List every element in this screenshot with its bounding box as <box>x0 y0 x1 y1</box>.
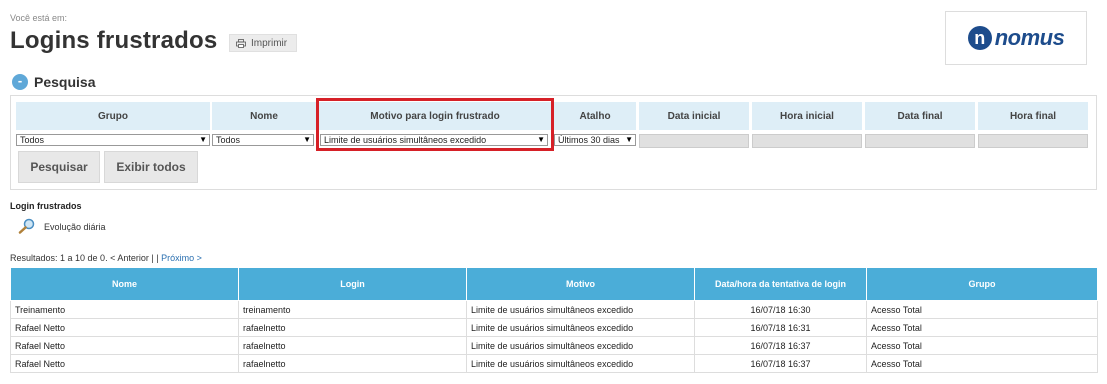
table-row[interactable]: Treinamento treinamento Limite de usuári… <box>10 300 1098 319</box>
results-summary: Resultados: 1 a 10 de 0. <box>10 253 108 263</box>
column-header-data-hora[interactable]: Data/hora da tentativa de login <box>694 267 867 301</box>
collapse-toggle-icon[interactable]: - <box>12 74 28 90</box>
column-header-motivo[interactable]: Motivo <box>466 267 695 301</box>
results-pagination: Resultados: 1 a 10 de 0. < Anterior | | … <box>10 253 202 263</box>
data-inicial-input[interactable] <box>639 134 749 148</box>
motivo-select-value: Limite de usuários simultâneos excedido <box>324 135 487 145</box>
filter-header-grupo: Grupo <box>16 102 210 130</box>
filter-header-data-inicial: Data inicial <box>639 102 749 130</box>
logo-mark-icon: n <box>967 26 992 50</box>
table-row[interactable]: Rafael Netto rafaelnetto Limite de usuár… <box>10 336 1098 355</box>
cell-motivo: Limite de usuários simultâneos excedido <box>466 354 695 373</box>
data-final-input[interactable] <box>865 134 975 148</box>
hora-final-input[interactable] <box>978 134 1088 148</box>
cell-grupo: Acesso Total <box>866 336 1098 355</box>
grupo-select-value: Todos <box>20 135 45 145</box>
atalho-select-value: Últimos 30 dias <box>558 135 620 145</box>
filter-panel: Grupo Nome Motivo para login frustrado A… <box>10 95 1097 190</box>
cell-data-hora: 16/07/18 16:30 <box>694 300 867 319</box>
cell-nome: Rafael Netto <box>10 354 239 373</box>
cell-data-hora: 16/07/18 16:31 <box>694 318 867 337</box>
cell-nome: Rafael Netto <box>10 318 239 337</box>
chevron-down-icon: ▼ <box>625 135 633 144</box>
daily-evolution-link[interactable]: Evolução diária <box>18 218 106 236</box>
table-row[interactable]: Rafael Netto rafaelnetto Limite de usuár… <box>10 318 1098 337</box>
nome-select-value: Todos <box>216 135 241 145</box>
column-header-nome[interactable]: Nome <box>10 267 239 301</box>
chevron-down-icon: ▼ <box>537 135 545 144</box>
table-header-row: Nome Login Motivo Data/hora da tentativa… <box>10 267 1098 301</box>
printer-icon <box>236 38 246 48</box>
atalho-select[interactable]: Últimos 30 dias ▼ <box>554 134 636 146</box>
cell-login: treinamento <box>238 300 467 319</box>
cell-login: rafaelnetto <box>238 336 467 355</box>
chevron-down-icon: ▼ <box>303 135 311 144</box>
filter-header-nome: Nome <box>212 102 316 130</box>
filter-header-hora-inicial: Hora inicial <box>752 102 862 130</box>
daily-evolution-label: Evolução diária <box>44 222 106 232</box>
cell-grupo: Acesso Total <box>866 318 1098 337</box>
hora-inicial-input[interactable] <box>752 134 862 148</box>
filter-header-motivo: Motivo para login frustrado <box>318 102 552 130</box>
results-section-label: Login frustrados <box>10 201 82 211</box>
table-row[interactable]: Rafael Netto rafaelnetto Limite de usuár… <box>10 354 1098 373</box>
filter-header-hora-final: Hora final <box>978 102 1088 130</box>
company-logo: n nomus <box>945 11 1087 65</box>
cell-nome: Rafael Netto <box>10 336 239 355</box>
search-section-title: Pesquisa <box>34 74 96 90</box>
cell-login: rafaelnetto <box>238 354 467 373</box>
previous-page-link[interactable]: < Anterior <box>110 253 149 263</box>
print-button[interactable]: Imprimir <box>229 34 297 52</box>
breadcrumb: Você está em: <box>10 13 68 23</box>
search-button[interactable]: Pesquisar <box>18 151 100 183</box>
column-header-login[interactable]: Login <box>238 267 467 301</box>
logo-text: nomus <box>994 25 1065 50</box>
cell-motivo: Limite de usuários simultâneos excedido <box>466 336 695 355</box>
chevron-down-icon: ▼ <box>199 135 207 144</box>
page-title: Logins frustrados <box>10 27 218 54</box>
filter-header-data-final: Data final <box>865 102 975 130</box>
cell-login: rafaelnetto <box>238 318 467 337</box>
cell-motivo: Limite de usuários simultâneos excedido <box>466 318 695 337</box>
magnifier-icon <box>18 218 36 236</box>
filter-header-atalho: Atalho <box>554 102 636 130</box>
cell-grupo: Acesso Total <box>866 300 1098 319</box>
pagination-separator: | | <box>151 253 159 263</box>
print-label: Imprimir <box>251 37 288 49</box>
grupo-select[interactable]: Todos ▼ <box>16 134 210 146</box>
cell-nome: Treinamento <box>10 300 239 319</box>
cell-grupo: Acesso Total <box>866 354 1098 373</box>
motivo-select[interactable]: Limite de usuários simultâneos excedido … <box>320 134 548 146</box>
cell-motivo: Limite de usuários simultâneos excedido <box>466 300 695 319</box>
results-table: Nome Login Motivo Data/hora da tentativa… <box>10 267 1098 373</box>
column-header-grupo[interactable]: Grupo <box>866 267 1098 301</box>
next-page-link[interactable]: Próximo > <box>161 253 202 263</box>
nome-select[interactable]: Todos ▼ <box>212 134 314 146</box>
cell-data-hora: 16/07/18 16:37 <box>694 336 867 355</box>
cell-data-hora: 16/07/18 16:37 <box>694 354 867 373</box>
show-all-button[interactable]: Exibir todos <box>104 151 198 183</box>
